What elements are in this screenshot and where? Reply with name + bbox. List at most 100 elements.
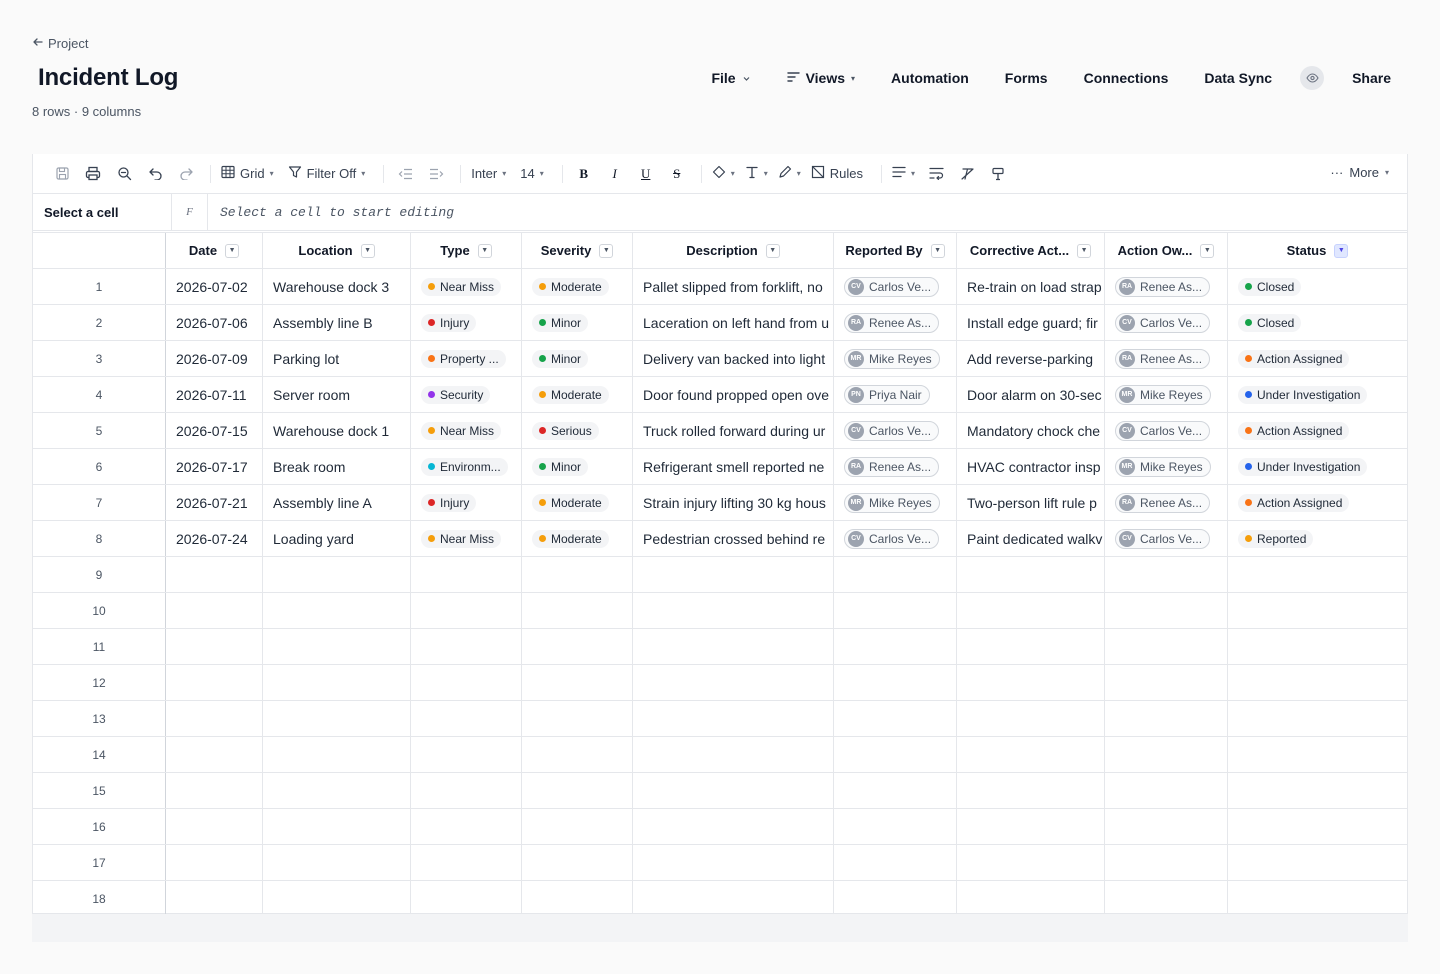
view-mode-dropdown[interactable]: Grid ▾ (221, 165, 274, 182)
cell-type[interactable]: Near Miss (411, 269, 522, 304)
empty-cell[interactable] (411, 773, 522, 808)
empty-cell[interactable] (263, 881, 411, 917)
automation-link[interactable]: Automation (891, 70, 969, 86)
align-dropdown[interactable]: ▾ (892, 166, 915, 181)
cell-reported-by[interactable]: CV Carlos Ve... (834, 521, 957, 556)
empty-cell[interactable] (411, 701, 522, 736)
empty-cell[interactable] (957, 557, 1105, 592)
empty-cell[interactable] (1105, 773, 1228, 808)
empty-cell[interactable] (263, 737, 411, 772)
empty-cell[interactable] (166, 737, 263, 772)
empty-cell[interactable] (1228, 773, 1407, 808)
cell-type[interactable]: Near Miss (411, 521, 522, 556)
empty-cell[interactable] (522, 557, 633, 592)
cell-action-owner[interactable]: CV Carlos Ve... (1105, 305, 1228, 340)
column-menu-icon[interactable]: ▼ (1077, 243, 1092, 258)
empty-cell[interactable] (263, 629, 411, 664)
cell-status[interactable]: Under Investigation (1228, 377, 1407, 412)
empty-cell[interactable] (411, 845, 522, 880)
back-to-project-link[interactable]: Project (32, 36, 88, 51)
cell-description[interactable]: Pedestrian crossed behind re (633, 521, 834, 556)
empty-cell[interactable] (633, 773, 834, 808)
empty-cell[interactable] (263, 557, 411, 592)
row-number[interactable]: 17 (33, 845, 166, 880)
cell-severity[interactable]: Moderate (522, 377, 633, 412)
undo-icon[interactable] (144, 163, 166, 185)
cell-type[interactable]: Environm... (411, 449, 522, 484)
empty-cell[interactable] (633, 845, 834, 880)
cell-corrective-action[interactable]: Two-person lift rule p (957, 485, 1105, 520)
empty-cell[interactable] (411, 809, 522, 844)
empty-cell[interactable] (166, 881, 263, 917)
empty-cell[interactable] (834, 701, 957, 736)
cell-reported-by[interactable]: MR Mike Reyes (834, 341, 957, 376)
empty-cell[interactable] (633, 809, 834, 844)
empty-cell[interactable] (263, 701, 411, 736)
row-number[interactable]: 4 (33, 377, 166, 412)
empty-cell[interactable] (1105, 845, 1228, 880)
cell-type[interactable]: Property ... (411, 341, 522, 376)
cell-action-owner[interactable]: CV Carlos Ve... (1105, 413, 1228, 448)
empty-cell[interactable] (1228, 701, 1407, 736)
cell-action-owner[interactable]: RA Renee As... (1105, 341, 1228, 376)
cell-location[interactable]: Warehouse dock 3 (263, 269, 411, 304)
cell-description[interactable]: Delivery van backed into light (633, 341, 834, 376)
empty-cell[interactable] (957, 701, 1105, 736)
column-header-location[interactable]: Location ▼ (263, 233, 411, 268)
row-number[interactable]: 1 (33, 269, 166, 304)
cell-type[interactable]: Near Miss (411, 413, 522, 448)
empty-cell[interactable] (522, 737, 633, 772)
empty-cell[interactable] (263, 665, 411, 700)
empty-cell[interactable] (1105, 809, 1228, 844)
cell-status[interactable]: Action Assigned (1228, 341, 1407, 376)
cell-severity[interactable]: Minor (522, 341, 633, 376)
column-header-severity[interactable]: Severity ▼ (522, 233, 633, 268)
data-sync-link[interactable]: Data Sync (1204, 70, 1272, 86)
empty-cell[interactable] (834, 737, 957, 772)
empty-cell[interactable] (834, 809, 957, 844)
cell-description[interactable]: Strain injury lifting 30 kg hous (633, 485, 834, 520)
empty-cell[interactable] (1105, 701, 1228, 736)
empty-cell[interactable] (522, 845, 633, 880)
empty-cell[interactable] (1228, 629, 1407, 664)
cell-location[interactable]: Loading yard (263, 521, 411, 556)
empty-cell[interactable] (522, 593, 633, 628)
empty-cell[interactable] (834, 593, 957, 628)
row-number[interactable]: 12 (33, 665, 166, 700)
cell-reported-by[interactable]: PN Priya Nair (834, 377, 957, 412)
empty-cell[interactable] (522, 809, 633, 844)
cell-status[interactable]: Action Assigned (1228, 485, 1407, 520)
empty-cell[interactable] (166, 701, 263, 736)
column-header-date[interactable]: Date ▼ (166, 233, 263, 268)
empty-cell[interactable] (633, 665, 834, 700)
cell-action-owner[interactable]: MR Mike Reyes (1105, 377, 1228, 412)
row-number[interactable]: 6 (33, 449, 166, 484)
row-number[interactable]: 5 (33, 413, 166, 448)
cell-date[interactable]: 2026-07-24 (166, 521, 263, 556)
font-family-dropdown[interactable]: Inter ▾ (471, 166, 506, 181)
row-number[interactable]: 11 (33, 629, 166, 664)
row-number[interactable]: 18 (33, 881, 166, 917)
empty-cell[interactable] (1228, 845, 1407, 880)
cell-description[interactable]: Truck rolled forward during ur (633, 413, 834, 448)
row-number[interactable]: 10 (33, 593, 166, 628)
cell-location[interactable]: Server room (263, 377, 411, 412)
column-menu-icon[interactable]: ▼ (1200, 243, 1215, 258)
empty-cell[interactable] (1105, 557, 1228, 592)
empty-cell[interactable] (522, 629, 633, 664)
cell-date[interactable]: 2026-07-09 (166, 341, 263, 376)
cell-type[interactable]: Security (411, 377, 522, 412)
empty-cell[interactable] (1228, 665, 1407, 700)
format-painter-icon[interactable] (987, 163, 1009, 185)
clear-format-icon[interactable] (956, 163, 978, 185)
cell-severity[interactable]: Moderate (522, 485, 633, 520)
cell-corrective-action[interactable]: Door alarm on 30-sec (957, 377, 1105, 412)
empty-cell[interactable] (166, 629, 263, 664)
empty-cell[interactable] (633, 737, 834, 772)
empty-cell[interactable] (1105, 629, 1228, 664)
empty-cell[interactable] (166, 845, 263, 880)
cell-severity[interactable]: Minor (522, 449, 633, 484)
empty-cell[interactable] (1105, 881, 1228, 917)
column-menu-icon[interactable]: ▼ (360, 243, 375, 258)
cell-reported-by[interactable]: CV Carlos Ve... (834, 413, 957, 448)
